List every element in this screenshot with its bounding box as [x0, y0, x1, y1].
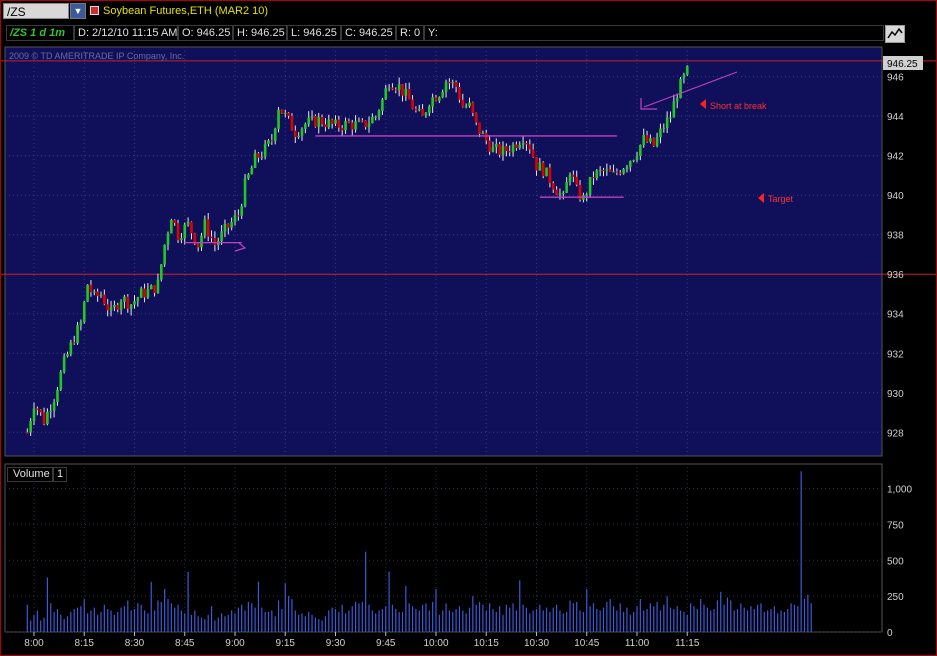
time-tick-label: 10:30 — [524, 638, 549, 649]
time-tick-label: 8:45 — [175, 638, 195, 649]
price-candle — [163, 244, 166, 267]
chart-tools-button[interactable] — [885, 25, 905, 43]
volume-label[interactable]: Volume — [7, 467, 53, 482]
short-annotation: Short at break — [710, 101, 767, 111]
price-candle — [86, 284, 89, 303]
time-tick-label: 8:00 — [24, 638, 44, 649]
price-tick-label: 936 — [887, 270, 904, 281]
time-tick-label: 9:30 — [326, 638, 346, 649]
time-tick-label: 8:15 — [75, 638, 95, 649]
symbol-input[interactable]: /ZS — [3, 3, 69, 19]
price-candle — [280, 109, 284, 114]
volume-tick-label: 0 — [887, 628, 893, 639]
high-readout: H: 946.25 — [233, 25, 287, 41]
top-toolbar: /ZS ▼ Soybean Futures,ETH (MAR2 10) — [1, 1, 936, 23]
volume-tick-label: 500 — [887, 556, 904, 567]
price-tick-label: 934 — [887, 310, 904, 321]
price-candle — [652, 137, 656, 147]
y-readout: Y: — [424, 25, 884, 41]
price-candle — [176, 219, 180, 243]
volume-tick-label: 750 — [887, 520, 904, 531]
price-candle — [545, 167, 548, 177]
time-tick-label: 10:00 — [423, 638, 448, 649]
price-candle — [679, 77, 682, 99]
price-candle — [277, 106, 280, 133]
close-readout: C: 946.25 — [341, 25, 396, 41]
price-candle — [588, 177, 592, 197]
price-chart[interactable]: 2009 © TD AMERITRADE IP Company, Inc. Sh… — [1, 45, 936, 457]
time-tick-label: 10:15 — [474, 638, 499, 649]
symbol-dropdown-icon[interactable]: ▼ — [70, 3, 86, 19]
volume-tick-label: 250 — [887, 592, 904, 603]
volume-chart[interactable]: 0 250 500 750 1,000 8:00 8:15 8:30 8:45 9:00 9:15… — [1, 463, 936, 655]
date-readout: D: 2/12/10 11:15 AM — [74, 25, 178, 41]
chart-tools-icon — [887, 27, 903, 39]
price-tick-label: 938 — [887, 231, 904, 242]
price-candle — [160, 264, 163, 282]
period-label[interactable]: /ZS 1 d 1m — [6, 25, 74, 41]
instrument-title: Soybean Futures,ETH (MAR2 10) — [103, 5, 269, 17]
price-candle — [82, 300, 86, 324]
price-tick-label: 946 — [887, 73, 904, 84]
last-price-value: 946.25 — [887, 59, 918, 70]
time-tick-label: 11:00 — [625, 638, 650, 649]
price-candle — [76, 321, 79, 345]
range-readout: R: 0 — [396, 25, 424, 41]
price-candle — [685, 65, 689, 77]
open-readout: O: 946.25 — [178, 25, 233, 41]
settings-icon[interactable] — [90, 6, 99, 15]
time-tick-label: 9:45 — [376, 638, 396, 649]
price-candle — [314, 114, 317, 128]
price-tick-label: 944 — [887, 112, 904, 123]
target-annotation: Target — [768, 194, 794, 204]
volume-index: 1 — [53, 467, 67, 482]
price-candle — [69, 339, 73, 357]
price-candle — [243, 173, 247, 208]
price-candle — [541, 161, 545, 179]
price-tick-label: 932 — [887, 349, 904, 360]
time-tick-label: 11:15 — [675, 638, 700, 649]
price-tick-label: 928 — [887, 428, 904, 439]
low-readout: L: 946.25 — [287, 25, 341, 41]
chart-window: /ZS ▼ Soybean Futures,ETH (MAR2 10) /ZS … — [0, 0, 937, 656]
last-price-tag: 946.25 — [883, 56, 923, 70]
watermark: 2009 © TD AMERITRADE IP Company, Inc. — [9, 51, 184, 61]
time-tick-label: 9:15 — [276, 638, 296, 649]
price-candle — [170, 218, 173, 234]
quote-info-bar: /ZS 1 d 1m D: 2/12/10 11:15 AM O: 946.25… — [1, 25, 936, 42]
price-tick-label: 940 — [887, 191, 904, 202]
price-tick-label: 930 — [887, 389, 904, 400]
time-tick-label: 8:30 — [125, 638, 145, 649]
time-tick-label: 10:45 — [574, 638, 599, 649]
time-tick-label: 9:00 — [225, 638, 245, 649]
volume-tick-label: 1,000 — [887, 485, 912, 496]
price-tick-label: 942 — [887, 152, 904, 163]
price-candle — [59, 370, 63, 392]
